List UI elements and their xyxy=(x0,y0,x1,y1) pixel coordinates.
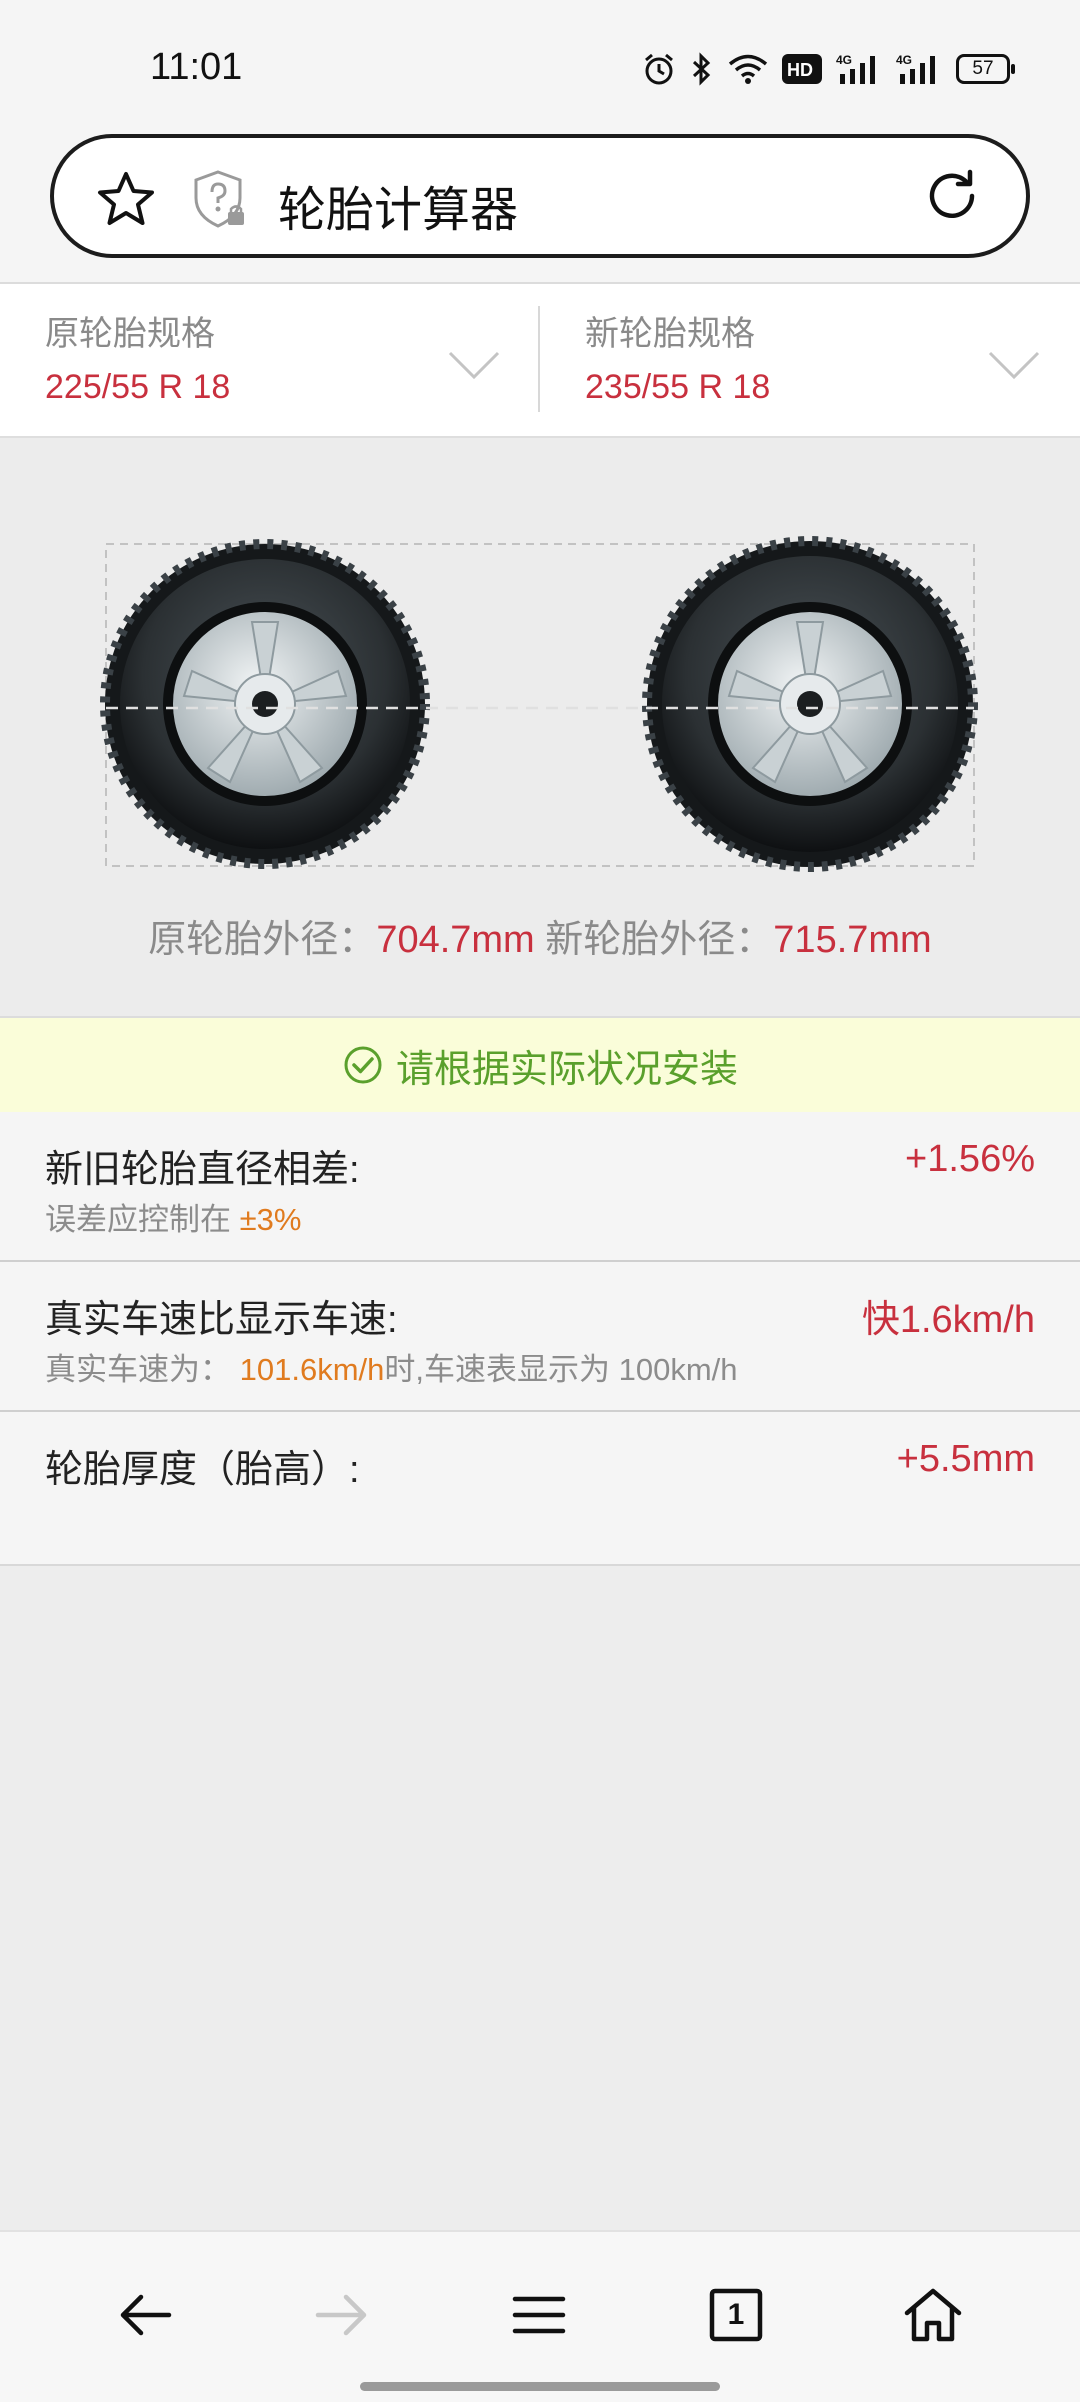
tabs-button[interactable]: 1 xyxy=(691,2270,781,2360)
address-bar[interactable]: 轮胎计算器 xyxy=(50,134,1030,258)
status-icons: HD 4G 4G 57 xyxy=(642,52,1015,86)
bluetooth-icon xyxy=(692,52,711,86)
battery-icon: 57 xyxy=(956,54,1015,84)
original-tire-value: 225/55 R 18 xyxy=(45,368,231,406)
divider xyxy=(0,1410,1080,1412)
wifi-icon xyxy=(728,54,768,84)
back-button[interactable] xyxy=(100,2270,190,2360)
signal-4g-icon: 4G xyxy=(836,53,875,84)
forward-button[interactable] xyxy=(297,2270,387,2360)
new-diameter-value: 715.7mm xyxy=(773,919,932,961)
svg-text:HD: HD xyxy=(787,60,813,80)
speed-note-prefix: 真实车速为： xyxy=(45,1352,231,1387)
tolerance-value: ±3% xyxy=(239,1202,302,1237)
tire-size-selectors: 原轮胎规格 225/55 R 18 新轮胎规格 235/55 R 18 xyxy=(0,284,1080,438)
speed-title: 真实车速比显示车速: xyxy=(45,1299,398,1341)
new-tire-selector[interactable]: 新轮胎规格 235/55 R 18 xyxy=(540,284,1080,436)
chevron-down-icon xyxy=(448,351,500,380)
home-button[interactable] xyxy=(888,2270,978,2360)
forward-arrow-icon xyxy=(315,2294,367,2336)
new-tire-label: 新轮胎规格 xyxy=(585,315,755,353)
menu-button[interactable] xyxy=(494,2270,584,2360)
original-tire-label: 原轮胎规格 xyxy=(45,315,215,353)
thickness-title: 轮胎厚度（胎高）: xyxy=(45,1449,360,1491)
diameter-diff-title: 新旧轮胎直径相差: xyxy=(45,1149,360,1191)
page-title: 轮胎计算器 xyxy=(278,184,519,237)
chevron-down-icon xyxy=(988,351,1040,380)
original-tire-wheel xyxy=(100,539,430,869)
original-tire-selector[interactable]: 原轮胎规格 225/55 R 18 xyxy=(0,284,540,436)
new-tire-value: 235/55 R 18 xyxy=(585,368,771,406)
new-diameter-label: 新轮胎外径： xyxy=(545,919,774,961)
speed-value: 快1.6km/h xyxy=(861,1299,1035,1341)
diameter-diff-note-prefix: 误差应控制在 xyxy=(45,1202,231,1237)
alarm-icon xyxy=(645,53,673,85)
diameter-diff-value: +1.56% xyxy=(905,1138,1035,1180)
home-indicator[interactable] xyxy=(360,2382,720,2391)
diameter-diff-note: 误差应控制在 ±3% xyxy=(45,1194,301,1239)
menu-icon xyxy=(512,2296,566,2334)
hd-icon: HD xyxy=(782,54,822,84)
tire-diagram xyxy=(100,536,978,872)
reload-icon[interactable] xyxy=(922,166,982,226)
star-icon[interactable] xyxy=(96,170,156,228)
battery-level: 57 xyxy=(972,58,994,79)
results-panel: 新旧轮胎直径相差: +1.56% 误差应控制在 ±3% 真实车速比显示车速: 快… xyxy=(0,1112,1080,1566)
original-diameter-label: 原轮胎外径： xyxy=(148,919,377,961)
bottom-navigation: 1 xyxy=(0,2230,1080,2402)
install-notice: 请根据实际状况安装 xyxy=(0,1018,1080,1112)
back-arrow-icon xyxy=(120,2294,172,2336)
diameter-summary: 原轮胎外径：704.7mm 新轮胎外径：715.7mm xyxy=(0,908,1080,963)
divider xyxy=(0,1260,1080,1262)
speed-note: 真实车速为： 101.6km/h时,车速表显示为 100km/h xyxy=(45,1344,738,1389)
status-time: 11:01 xyxy=(150,46,243,88)
signal-4g-icon: 4G xyxy=(896,53,935,84)
home-icon xyxy=(904,2288,962,2342)
check-circle-icon xyxy=(344,1046,382,1084)
speed-note-suffix: 时,车速表显示为 100km/h xyxy=(384,1352,738,1387)
original-diameter-value: 704.7mm xyxy=(376,919,535,961)
status-bar: 11:01 HD 4G 4G 57 xyxy=(0,0,1080,130)
real-speed-value: 101.6km/h xyxy=(239,1352,385,1387)
tab-count: 1 xyxy=(727,2298,745,2331)
svg-text:4G: 4G xyxy=(896,53,912,67)
browser-toolbar: 轮胎计算器 xyxy=(0,130,1080,284)
tire-comparison: 原轮胎外径：704.7mm 新轮胎外径：715.7mm xyxy=(0,438,1080,1018)
notice-text: 请根据实际状况安装 xyxy=(395,1048,738,1091)
thickness-value: +5.5mm xyxy=(896,1438,1035,1480)
new-tire-wheel xyxy=(642,536,978,872)
shield-question-icon[interactable] xyxy=(192,168,248,230)
svg-text:4G: 4G xyxy=(836,53,852,67)
